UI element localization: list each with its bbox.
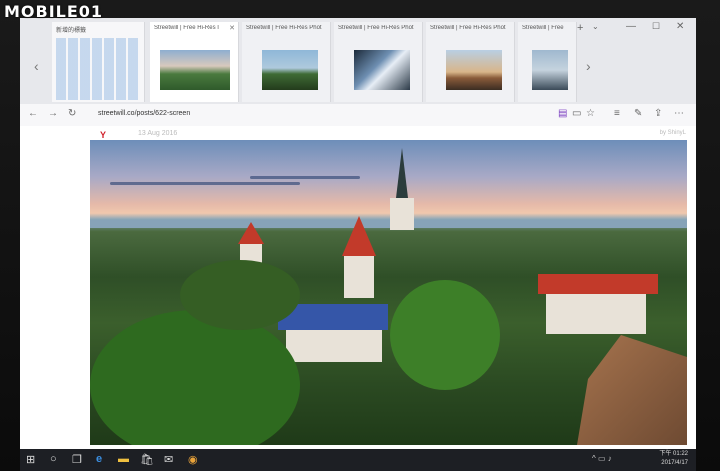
- share-icon[interactable]: ⇪: [654, 108, 662, 119]
- clock-time: 下午 01:22: [659, 451, 688, 457]
- favorite-star-icon[interactable]: ☆: [586, 108, 595, 119]
- tab-4[interactable]: Streetwill | Free Hi-Res Phot: [426, 22, 515, 102]
- tree: [90, 310, 300, 445]
- web-note-icon[interactable]: ✎: [634, 108, 642, 119]
- close-window-button[interactable]: ✕: [676, 21, 684, 32]
- tab-thumbnail: [354, 50, 410, 90]
- post-date: 13 Aug 2016: [138, 130, 178, 137]
- address-field[interactable]: streetwill.co/posts/622-screen: [98, 110, 190, 117]
- store-icon[interactable]: 🛍: [140, 453, 154, 466]
- tabs-aside-icon[interactable]: ▭: [572, 108, 581, 119]
- church-tower: [390, 198, 414, 230]
- tab-title: Streetwill | Free Hi-Res I: [154, 25, 219, 31]
- red-roofs: [538, 274, 658, 294]
- tabs-menu-icon[interactable]: ⌄: [592, 22, 599, 31]
- tab-thumbnail: [446, 50, 502, 90]
- tree: [390, 280, 500, 390]
- taskbar-clock[interactable]: 下午 01:22 2017/4/17: [659, 450, 688, 468]
- scroll-left-icon[interactable]: ‹: [34, 58, 39, 74]
- tab-title: Streetwill | Free Hi-Res Phot: [246, 25, 322, 31]
- tab-title: Streetwill | Free Hi-Res Phot: [338, 25, 414, 31]
- task-view-icon[interactable]: ❐: [72, 453, 82, 466]
- web-page: Y 13 Aug 2016 by ShinyL: [20, 126, 696, 449]
- system-tray[interactable]: ^ ▭ ♪: [592, 454, 612, 463]
- church-spire: [396, 148, 408, 198]
- tree: [180, 260, 300, 330]
- browser-window: ‹ 新增的標籤 Streetwill | Free Hi-Res I ✕ Str…: [20, 18, 696, 449]
- maximize-button[interactable]: ☐: [652, 21, 660, 32]
- tab-title: 新增的標籤: [56, 28, 87, 34]
- reading-view-icon[interactable]: ▤: [558, 108, 567, 119]
- more-icon[interactable]: ⋯: [674, 108, 684, 119]
- edge-browser-icon[interactable]: e: [96, 453, 102, 465]
- forward-button[interactable]: →: [48, 108, 58, 119]
- hub-icon[interactable]: ≡: [614, 108, 620, 119]
- tab-title: Streetwill | Free Hi-Res Phot: [430, 25, 506, 31]
- tab-preview-strip: ‹ 新增的標籤 Streetwill | Free Hi-Res I ✕ Str…: [20, 18, 696, 104]
- search-icon[interactable]: ○: [50, 453, 57, 465]
- cloud: [250, 176, 360, 179]
- start-button[interactable]: ⊞: [26, 453, 35, 466]
- minimize-button[interactable]: —: [626, 21, 636, 32]
- hero-photo[interactable]: [90, 140, 687, 445]
- windows-taskbar: ⊞ ○ ❐ e ▬ 🛍 ✉ ◉ ^ ▭ ♪ 下午 01:22 2017/4/17: [20, 449, 696, 471]
- tower-wall: [344, 256, 374, 298]
- tab-5[interactable]: Streetwill | Free: [518, 22, 577, 102]
- chrome-icon[interactable]: ◉: [188, 453, 198, 466]
- cloud: [110, 182, 300, 185]
- tab-1[interactable]: Streetwill | Free Hi-Res I ✕: [150, 22, 239, 102]
- watermark-logo: MOBILE01: [4, 2, 104, 21]
- author-byline[interactable]: by ShinyL: [660, 130, 686, 136]
- tab-thumbnail: [532, 50, 568, 90]
- mail-icon[interactable]: ✉: [164, 453, 173, 466]
- refresh-button[interactable]: ↻: [68, 108, 76, 119]
- tab-thumbnail: [262, 50, 318, 90]
- clock-date: 2017/4/17: [661, 460, 688, 466]
- limestone-cliff: [577, 335, 687, 445]
- site-logo[interactable]: Y: [100, 130, 106, 140]
- new-tab-button[interactable]: +: [577, 22, 583, 34]
- tab-title: Streetwill | Free: [522, 25, 564, 31]
- file-explorer-icon[interactable]: ▬: [118, 453, 129, 465]
- address-bar-row: ← → ↻ streetwill.co/posts/622-screen ▤ ▭…: [20, 104, 696, 127]
- new-tab-thumbnail: [56, 38, 140, 100]
- building-wall: [546, 294, 646, 334]
- back-button[interactable]: ←: [28, 108, 38, 119]
- tab-3[interactable]: Streetwill | Free Hi-Res Phot: [334, 22, 423, 102]
- close-tab-icon[interactable]: ✕: [229, 24, 235, 32]
- building-wall: [286, 330, 382, 362]
- tab-thumbnail: [160, 50, 230, 90]
- tab-new-tab[interactable]: 新增的標籤: [52, 22, 145, 102]
- tab-2[interactable]: Streetwill | Free Hi-Res Phot: [242, 22, 331, 102]
- sea: [90, 220, 687, 228]
- scroll-right-icon[interactable]: ›: [586, 58, 591, 74]
